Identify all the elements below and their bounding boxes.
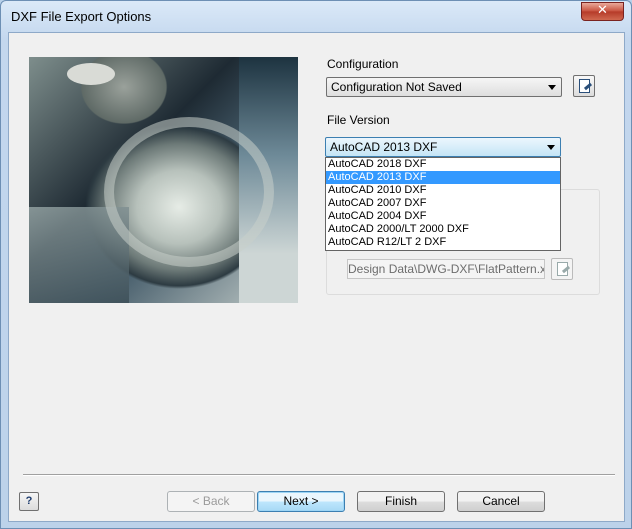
finish-button[interactable]: Finish (357, 491, 445, 512)
preview-shape (104, 117, 274, 267)
customize-path-value: Design Data\DWG-DXF\FlatPattern.xml (348, 262, 545, 276)
configuration-select[interactable]: Configuration Not Saved (326, 77, 562, 97)
preview-shape (67, 63, 115, 85)
file-version-option[interactable]: AutoCAD 2007 DXF (326, 197, 560, 210)
help-icon: ? (25, 495, 33, 507)
file-version-value: AutoCAD 2013 DXF (330, 140, 438, 154)
file-version-option[interactable]: AutoCAD 2000/LT 2000 DXF (326, 223, 560, 236)
chevron-down-icon (548, 85, 556, 90)
window-title: DXF File Export Options (11, 9, 152, 24)
edit-customize-file-button (551, 258, 573, 280)
back-button[interactable]: < Back (167, 491, 255, 512)
file-version-select[interactable]: AutoCAD 2013 DXF (325, 137, 561, 157)
file-version-option[interactable]: AutoCAD 2010 DXF (326, 184, 560, 197)
file-version-label: File Version (327, 113, 390, 127)
edit-configuration-button[interactable] (573, 75, 595, 97)
configuration-label: Configuration (327, 57, 399, 71)
next-button[interactable]: Next > (257, 491, 345, 512)
title-bar[interactable]: DXF File Export Options ✕ (1, 1, 631, 31)
configuration-value: Configuration Not Saved (331, 80, 462, 94)
dialog-body: Configuration Configuration Not Saved Fi… (8, 32, 625, 522)
file-version-option-selected[interactable]: AutoCAD 2013 DXF (326, 171, 560, 184)
file-version-option[interactable]: AutoCAD 2018 DXF (326, 158, 560, 171)
cancel-button[interactable]: Cancel (457, 491, 545, 512)
dxf-export-dialog: DXF File Export Options ✕ Configuration … (0, 0, 632, 529)
help-button[interactable]: ? (19, 492, 39, 511)
footer-divider (23, 474, 615, 476)
customize-path-field: Design Data\DWG-DXF\FlatPattern.xml (347, 259, 545, 279)
file-version-option[interactable]: AutoCAD R12/LT 2 DXF (326, 236, 560, 249)
chevron-down-icon (547, 145, 555, 150)
preview-image (29, 57, 298, 303)
file-version-option[interactable]: AutoCAD 2004 DXF (326, 210, 560, 223)
close-icon: ✕ (597, 3, 608, 18)
close-button[interactable]: ✕ (581, 2, 624, 21)
file-version-dropdown-list[interactable]: AutoCAD 2018 DXF AutoCAD 2013 DXF AutoCA… (325, 157, 561, 251)
